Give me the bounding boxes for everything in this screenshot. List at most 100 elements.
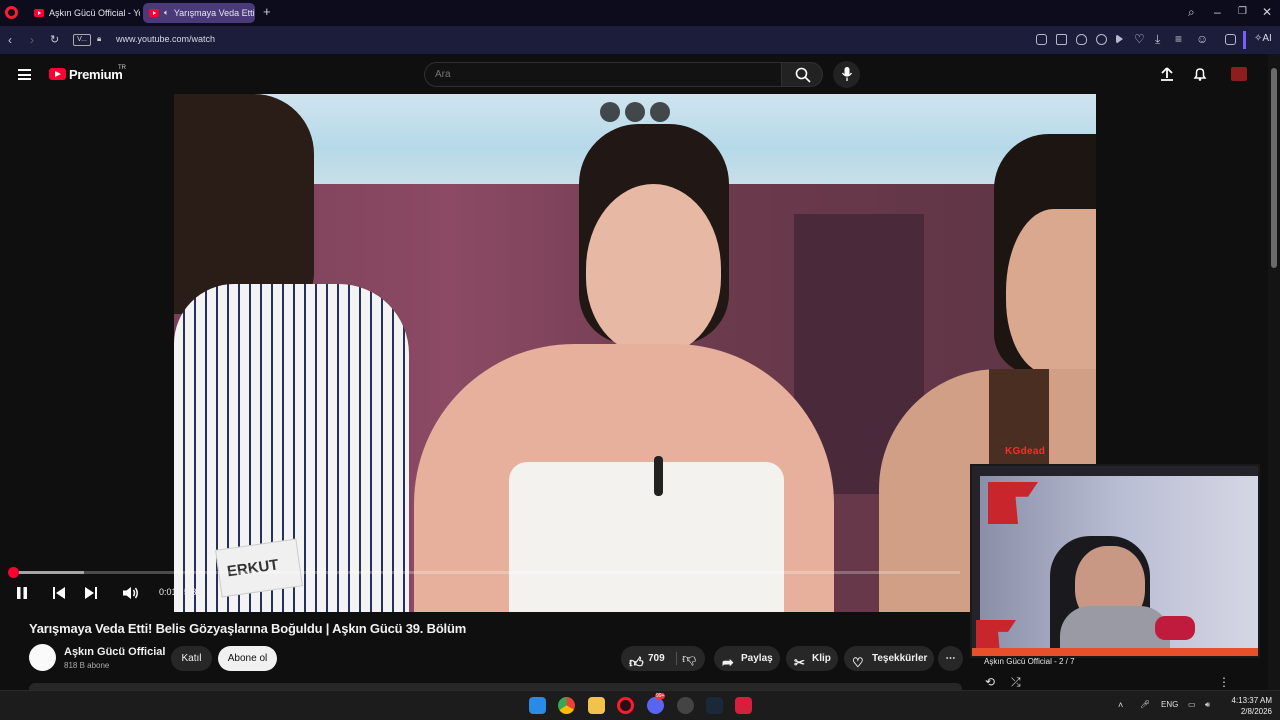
browser-tab-bar: Aşkın Gücü Official - YouTube 🔈︎ Yarışma…	[0, 0, 1280, 26]
scrollbar-thumb[interactable]	[1271, 68, 1277, 268]
shield-icon[interactable]	[1076, 34, 1087, 45]
share-icon: ➦	[722, 654, 734, 670]
close-icon[interactable]: ✕	[1262, 5, 1272, 19]
page-scrollbar[interactable]	[1268, 54, 1280, 690]
search-input[interactable]	[424, 62, 782, 87]
cube-icon[interactable]	[1225, 34, 1236, 45]
progress-bar[interactable]	[7, 567, 960, 578]
youtube-header: Premium TR	[0, 54, 1268, 94]
file-explorer-icon[interactable]	[588, 697, 605, 714]
loop-icon[interactable]: ⟲	[985, 675, 995, 689]
hamburger-menu-icon[interactable]	[18, 69, 31, 80]
vpn-badge[interactable]: V...	[73, 34, 91, 46]
reload-icon[interactable]: ↻	[50, 33, 59, 46]
time-display: 0:01 / 5:33	[159, 587, 202, 597]
more-actions-button[interactable]: ⋯	[938, 646, 963, 671]
share-label: Paylaş	[741, 653, 773, 664]
ai-button[interactable]: ✧AI	[1254, 33, 1272, 44]
new-tab-icon[interactable]: +	[263, 4, 271, 19]
opera-gx-icon[interactable]	[617, 697, 634, 714]
play-icon[interactable]	[1116, 34, 1123, 44]
steam-icon[interactable]	[706, 697, 723, 714]
subscribe-button[interactable]: Abone ol	[218, 646, 277, 671]
miniplayer-icon[interactable]	[600, 102, 620, 122]
forward-icon[interactable]: ›	[30, 33, 34, 47]
opera-logo-icon[interactable]	[5, 6, 18, 19]
notifications-bell-icon[interactable]	[1192, 66, 1208, 82]
url-text[interactable]: www.youtube.com/watch	[116, 34, 215, 44]
obs-icon[interactable]	[677, 697, 694, 714]
network-icon[interactable]: ▭	[1188, 700, 1196, 709]
scrubber-knob[interactable]	[7, 567, 19, 578]
fe-logo-icon	[988, 482, 1038, 524]
streamer-watermark: KGdead	[1005, 446, 1046, 457]
lapel-mic	[654, 456, 663, 496]
channel-name[interactable]: Aşkın Gücü Official	[64, 646, 165, 658]
heart-icon[interactable]: ♡	[1134, 32, 1145, 46]
volume-icon[interactable]	[122, 586, 140, 600]
menu-icon[interactable]: ≡	[1175, 32, 1182, 46]
speaker-tray-icon[interactable]: 🔊︎	[1205, 700, 1210, 710]
camera-icon[interactable]	[1056, 34, 1067, 45]
streamer-body	[1060, 606, 1170, 652]
webcam-feed	[976, 476, 1258, 654]
ai-enhance-icon[interactable]	[625, 102, 645, 122]
voice-search-button[interactable]	[833, 61, 860, 88]
like-divider	[676, 652, 677, 665]
previous-icon[interactable]	[52, 586, 66, 600]
translate-icon[interactable]	[1096, 34, 1107, 45]
url-field[interactable]: V... 🔒︎ www.youtube.com/watch	[70, 30, 1220, 50]
video-person-center-top	[509, 462, 784, 612]
join-button[interactable]: Katıl	[171, 646, 212, 671]
discord-icon[interactable]: 99+	[647, 693, 666, 714]
subscriber-count: 818 B abone	[64, 661, 110, 670]
youtube-favicon-icon	[149, 9, 159, 17]
mic-tray-icon[interactable]: 🎤︎	[1140, 700, 1150, 709]
chrome-icon[interactable]	[558, 697, 575, 714]
playlist-more-icon[interactable]: ⋮	[1218, 675, 1230, 689]
thumbs-down-icon[interactable]: 👎︎	[682, 650, 696, 667]
language-indicator[interactable]: ENG	[1161, 700, 1178, 709]
skip-forward-icon[interactable]	[650, 102, 670, 122]
like-count: 709	[648, 653, 665, 664]
search-tabs-icon[interactable]: ⌕	[1188, 5, 1195, 20]
microphone-stand	[1155, 616, 1195, 640]
brand-premium[interactable]: Premium	[69, 67, 123, 82]
download-icon[interactable]: ⤓	[1155, 32, 1160, 47]
clip-label: Klip	[812, 653, 831, 664]
lock-icon[interactable]: 🔒︎	[97, 34, 101, 44]
webcam-overlay	[970, 464, 1260, 658]
youtube-favicon-icon	[34, 9, 44, 17]
search-icon	[795, 67, 811, 83]
next-icon[interactable]	[84, 586, 98, 600]
thanks-button[interactable]: ♡ Teşekkürler	[844, 646, 934, 671]
back-icon[interactable]: ‹	[8, 33, 12, 47]
tab-label: Aşkın Gücü Official - YouTube	[49, 8, 140, 18]
profile-icon[interactable]: ☺	[1196, 32, 1208, 46]
edit-icon[interactable]	[1036, 34, 1047, 45]
sidebar-divider	[1243, 31, 1246, 49]
clip-button[interactable]: ✂ Klip	[786, 646, 838, 671]
system-clock[interactable]: 4:13:37 AM 2/8/2026	[1222, 695, 1272, 717]
shuffle-icon[interactable]: ⤮	[1011, 675, 1021, 690]
search-button[interactable]	[781, 62, 823, 87]
address-bar: ‹ › ↻ V... 🔒︎ www.youtube.com/watch ♡ ⤓ …	[0, 26, 1280, 54]
chevron-up-icon[interactable]: ˄	[1118, 700, 1123, 710]
discord-badge: 99+	[655, 693, 666, 699]
pause-icon[interactable]	[15, 586, 29, 600]
restore-icon[interactable]: ❐	[1238, 6, 1247, 17]
channel-avatar[interactable]	[29, 644, 56, 671]
account-avatar[interactable]	[1231, 67, 1247, 81]
microphone-icon	[841, 67, 853, 81]
video-player[interactable]: ERKUT	[174, 94, 1096, 612]
description-box[interactable]	[29, 683, 962, 690]
upload-icon[interactable]	[1159, 66, 1175, 82]
youtube-logo-icon[interactable]	[49, 68, 66, 80]
tab-current-video[interactable]: 🔈︎ Yarışmaya Veda Etti! Beli	[143, 3, 255, 23]
share-button[interactable]: ➦ Paylaş	[714, 646, 780, 671]
minimize-icon[interactable]: –	[1214, 5, 1221, 19]
windows-start-icon[interactable]	[529, 697, 546, 714]
app-icon[interactable]	[735, 697, 752, 714]
playlist-label[interactable]: Aşkın Gücü Official - 2 / 7	[984, 657, 1075, 666]
tab-youtube-channel[interactable]: Aşkın Gücü Official - YouTube	[28, 3, 140, 23]
